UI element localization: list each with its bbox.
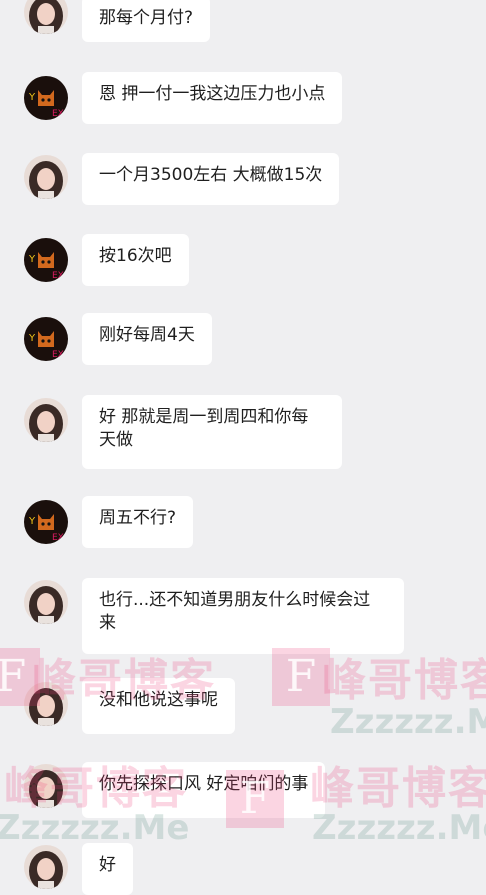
message-bubble: 没和他说这事呢 xyxy=(82,678,235,734)
watermark-logo-icon: F xyxy=(272,648,330,706)
svg-text:Y: Y xyxy=(28,254,36,265)
woman-avatar[interactable] xyxy=(24,155,68,199)
svg-text:EX: EX xyxy=(52,350,64,360)
message-bubble: 也行...还不知道男朋友什么时候会过来 xyxy=(82,578,404,654)
message-bubble: 好 那就是周一到周四和你每天做 xyxy=(82,395,342,469)
woman-avatar[interactable] xyxy=(24,764,68,808)
woman-avatar[interactable] xyxy=(24,845,68,889)
cat-avatar[interactable]: EX Y xyxy=(24,317,68,361)
svg-text:EX: EX xyxy=(52,271,64,281)
message-bubble: 刚好每周4天 xyxy=(82,313,212,365)
message-bubble: 那每个月付? xyxy=(82,0,211,42)
message-bubble: 你先探探口风 好定咱们的事 xyxy=(82,762,326,818)
cat-avatar[interactable]: EX Y xyxy=(24,238,68,282)
message-bubble: 周五不行? xyxy=(82,496,194,548)
svg-text:Y: Y xyxy=(28,516,36,527)
woman-avatar[interactable] xyxy=(24,398,68,442)
watermark-text: 峰哥博客 xyxy=(310,763,486,814)
svg-text:EX: EX xyxy=(52,109,64,119)
woman-avatar[interactable] xyxy=(24,682,68,726)
cat-avatar[interactable]: EX Y xyxy=(24,500,68,544)
cat-avatar[interactable]: EX Y xyxy=(24,76,68,120)
watermark-url: Zzzzzz.Me xyxy=(312,808,486,848)
woman-avatar[interactable] xyxy=(24,0,68,34)
message-bubble: 一个月3500左右 大概做15次 xyxy=(82,153,340,205)
message-bubble: 恩 押一付一我这边压力也小点 xyxy=(82,72,343,124)
message-bubble: 好 xyxy=(82,843,133,895)
svg-text:Y: Y xyxy=(28,92,36,103)
woman-avatar[interactable] xyxy=(24,580,68,624)
svg-text:EX: EX xyxy=(52,533,64,543)
message-bubble: 按16次吧 xyxy=(82,234,189,286)
svg-text:Y: Y xyxy=(28,333,36,344)
watermark-url: Zzzzzz.Me xyxy=(330,702,486,742)
